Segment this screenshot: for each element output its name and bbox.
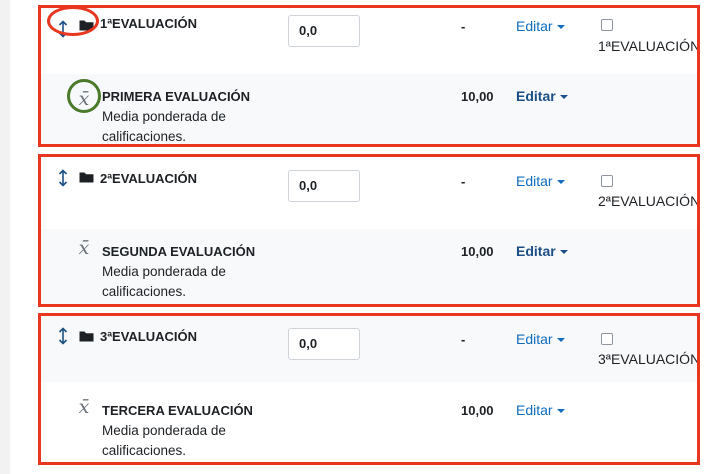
checkbox-label: 2ªEVALUACIÓN [598, 193, 700, 209]
select-checkbox[interactable] [601, 175, 613, 187]
grade-item-description: Media ponderada de calificaciones. [102, 264, 226, 299]
checkbox-label: 1ªEVALUACIÓN [598, 38, 700, 54]
caret-down-icon [556, 180, 565, 185]
grade-item-row: x̄ PRIMERA EVALUACIÓN Media ponderada de… [41, 74, 697, 144]
grade-item-max: 10,00 [461, 244, 494, 259]
grade-input[interactable]: 0,0 [288, 170, 360, 202]
grade-input[interactable]: 0,0 [288, 15, 360, 47]
category-row: 2ªEVALUACIÓN 0,0 - Editar 2ªEVALUACIÓN [41, 157, 700, 223]
folder-icon [79, 331, 94, 342]
mean-x-bar-icon: x̄ [78, 237, 90, 259]
range-dash: - [461, 332, 466, 347]
grade-item-row: x̄ SEGUNDA EVALUACIÓN Media ponderada de… [41, 229, 697, 304]
caret-down-icon [556, 338, 565, 343]
category-name: 2ªEVALUACIÓN [100, 171, 198, 186]
grade-input[interactable]: 0,0 [288, 328, 360, 360]
move-icon[interactable] [57, 169, 69, 187]
caret-down-icon [556, 409, 565, 414]
range-dash: - [461, 174, 466, 189]
edit-menu-link[interactable]: Editar [516, 173, 565, 189]
grade-category-section-1: 1ªEVALUACIÓN 0,0 - Editar 1ªEVALUACIÓN x… [38, 5, 700, 147]
grade-item-description: Media ponderada de calificaciones. [102, 423, 226, 458]
move-icon[interactable] [57, 327, 69, 345]
category-row: 3ªEVALUACIÓN 0,0 - Editar 3ªEVALUACIÓN [41, 316, 700, 382]
category-name: 3ªEVALUACIÓN [100, 329, 198, 344]
caret-down-icon [559, 95, 568, 100]
caret-down-icon [556, 25, 565, 30]
folder-icon [79, 172, 94, 183]
edit-menu-link[interactable]: Editar [516, 243, 568, 259]
grade-item-max: 10,00 [461, 89, 494, 104]
edit-menu-link[interactable]: Editar [516, 402, 565, 418]
grade-category-section-2: 2ªEVALUACIÓN 0,0 - Editar 2ªEVALUACIÓN x… [38, 154, 700, 307]
range-dash: - [461, 19, 466, 34]
grade-item-name[interactable]: TERCERA EVALUACIÓN [102, 403, 253, 418]
checkbox-label: 3ªEVALUACIÓN [598, 351, 700, 367]
edit-menu-link[interactable]: Editar [516, 331, 565, 347]
category-name: 1ªEVALUACIÓN [100, 16, 198, 31]
grade-category-section-3: 3ªEVALUACIÓN 0,0 - Editar 3ªEVALUACIÓN x… [38, 313, 700, 465]
edit-menu-link[interactable]: Editar [516, 88, 568, 104]
grade-item-name[interactable]: PRIMERA EVALUACIÓN [102, 89, 250, 104]
mean-x-bar-icon: x̄ [78, 396, 90, 418]
left-gutter [0, 0, 10, 474]
select-checkbox[interactable] [601, 333, 613, 345]
grade-item-name[interactable]: SEGUNDA EVALUACIÓN [102, 244, 255, 259]
highlight-circle-green [67, 79, 101, 113]
category-row: 1ªEVALUACIÓN 0,0 - Editar 1ªEVALUACIÓN [41, 8, 700, 74]
grade-item-row: x̄ TERCERA EVALUACIÓN Media ponderada de… [41, 386, 697, 462]
highlight-circle-red [47, 8, 99, 36]
edit-menu-link[interactable]: Editar [516, 18, 565, 34]
caret-down-icon [559, 250, 568, 255]
grade-item-description: Media ponderada de calificaciones. [102, 109, 226, 144]
grade-item-max: 10,00 [461, 403, 494, 418]
select-checkbox[interactable] [601, 19, 613, 31]
